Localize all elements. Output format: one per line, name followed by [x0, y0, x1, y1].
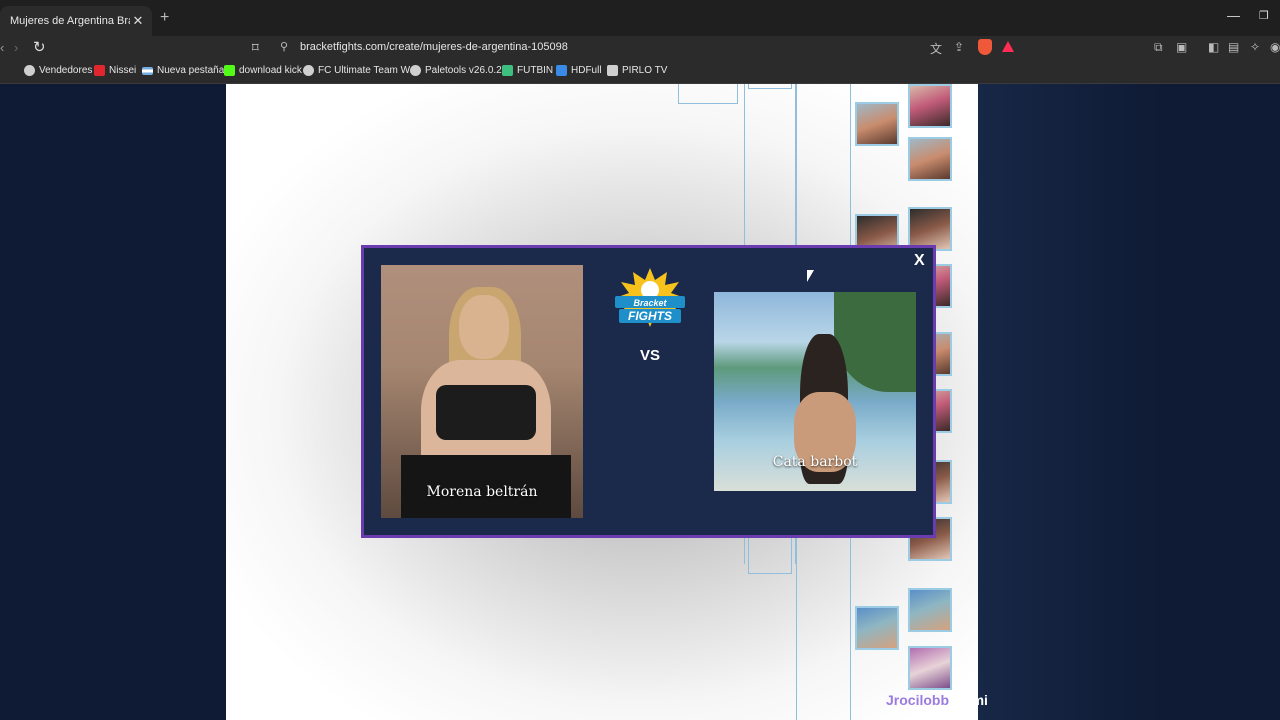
- mouse-cursor-icon: [807, 270, 814, 282]
- address-bar[interactable]: bracketfights.com/create/mujeres-de-arge…: [300, 41, 568, 53]
- screenshot-icon[interactable]: ▣: [1176, 40, 1187, 54]
- restore-button[interactable]: ❐: [1259, 9, 1269, 22]
- sidebar-icon[interactable]: ◧: [1208, 40, 1219, 54]
- watermark-part-2: Romi: [952, 692, 988, 708]
- bookmark-download-kick[interactable]: download kick: [224, 65, 302, 76]
- bookmark-futbin[interactable]: FUTBIN: [502, 65, 553, 76]
- page-background-right: [978, 84, 1280, 720]
- page-background-left: [0, 84, 226, 720]
- watermark-part-1: Jrocilobb: [886, 692, 950, 708]
- contestant-photo-top: [436, 385, 536, 440]
- bookmark-pirlo-tv[interactable]: PIRLO TV: [607, 65, 667, 76]
- contestant-thumbnail[interactable]: [908, 646, 952, 690]
- stream-watermark: Jrocilobb Romi: [886, 692, 988, 708]
- bookmark-vendedores[interactable]: Vendedores: [24, 65, 92, 76]
- browser-titlebar: Mujeres de Argentina Bracket - B ✕ + — ❐: [0, 0, 1280, 36]
- wallet-icon[interactable]: ▤: [1228, 40, 1239, 54]
- bookmark-hdfull[interactable]: HDFull: [556, 65, 602, 76]
- ea-icon: [303, 65, 314, 76]
- contestant-thumbnail[interactable]: [908, 84, 952, 128]
- bookmark-icon[interactable]: ⌑: [252, 40, 259, 56]
- leo-ai-icon[interactable]: ✧: [1250, 40, 1260, 54]
- reload-icon[interactable]: ↻: [33, 38, 46, 56]
- bookmark-nueva-pestana[interactable]: Nueva pestaña: [142, 65, 224, 76]
- pirlo-icon: [607, 65, 618, 76]
- new-tab-button[interactable]: +: [160, 9, 169, 27]
- bracket-slot: [678, 84, 738, 104]
- hdfull-icon: [556, 65, 567, 76]
- paletools-icon: [410, 65, 421, 76]
- kick-icon: [224, 65, 235, 76]
- browser-toolbar: ‹ › ↻ ⌑ ⚲ bracketfights.com/create/mujer…: [0, 36, 1280, 60]
- tab-title: Mujeres de Argentina Bracket - B: [10, 15, 130, 27]
- logo-text-bottom: FIGHTS: [628, 309, 672, 323]
- contestant-thumbnail[interactable]: [855, 606, 899, 650]
- profile-icon[interactable]: ◉: [1270, 40, 1280, 54]
- contestant-thumbnail[interactable]: [908, 588, 952, 632]
- contestant-photo-head: [459, 295, 509, 359]
- browser-tab[interactable]: Mujeres de Argentina Bracket - B ✕: [0, 6, 152, 36]
- close-modal-button[interactable]: X: [914, 252, 925, 270]
- share-icon[interactable]: ⇪: [954, 40, 964, 54]
- extensions-icon[interactable]: ⧉: [1154, 40, 1163, 55]
- bookmark-paletools[interactable]: Paletools v26.0.24: [410, 65, 507, 76]
- bookmark-nissei[interactable]: Nissei: [94, 65, 136, 76]
- bracketfights-logo: Bracket FIGHTS: [615, 268, 685, 327]
- right-contestant-name: Cata barbot: [772, 454, 858, 470]
- vs-label: VS: [639, 347, 660, 364]
- translate-icon[interactable]: 文: [930, 40, 942, 57]
- futbin-icon: [502, 65, 513, 76]
- argentina-flag-icon: [142, 66, 153, 75]
- contestant-thumbnail[interactable]: [908, 137, 952, 181]
- contestant-thumbnail[interactable]: [855, 102, 899, 146]
- left-contestant-name: Morena beltrán: [426, 484, 538, 500]
- brave-rewards-icon[interactable]: [1002, 41, 1014, 52]
- nissei-icon: [94, 65, 105, 76]
- logo-text-top: Bracket: [633, 298, 667, 308]
- forward-icon[interactable]: ›: [14, 40, 18, 55]
- globe-icon: [24, 65, 35, 76]
- brave-shields-icon[interactable]: [978, 39, 992, 55]
- tab-close-icon[interactable]: ✕: [130, 13, 146, 29]
- bookmarks-bar: Vendedores Nissei Nueva pestaña download…: [0, 60, 1280, 84]
- right-contestant-card[interactable]: Cata barbot: [714, 292, 916, 491]
- back-icon[interactable]: ‹: [0, 40, 4, 55]
- minimize-button[interactable]: —: [1227, 8, 1240, 23]
- bookmark-fc-ultimate-team[interactable]: FC Ultimate Team W...: [303, 65, 418, 76]
- site-info-icon[interactable]: ⚲: [280, 40, 288, 53]
- matchup-modal: X Morena beltrán Bracket FIGHTS VS Cata …: [361, 245, 936, 538]
- left-contestant-card[interactable]: Morena beltrán: [381, 265, 583, 518]
